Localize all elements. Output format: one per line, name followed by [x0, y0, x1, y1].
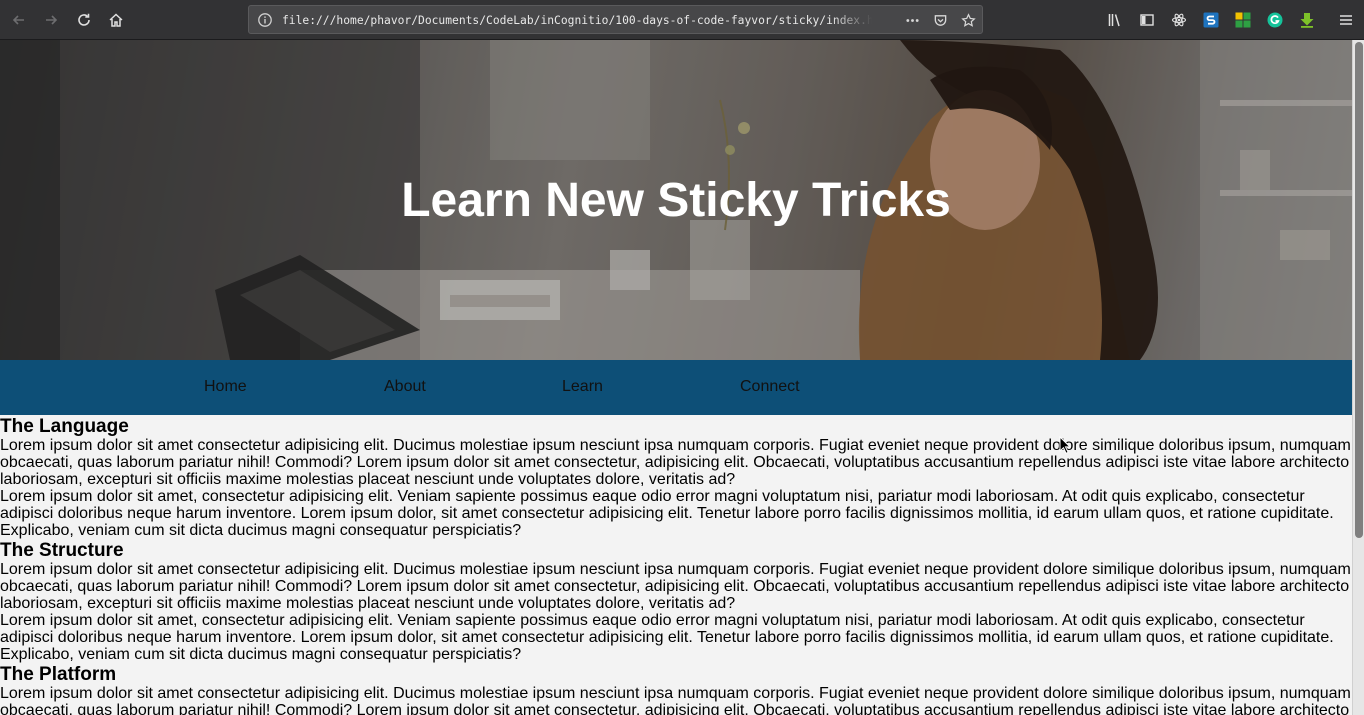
bookmark-star-button[interactable]	[959, 11, 977, 29]
section-paragraph: Lorem ipsum dolor sit amet, consectetur …	[0, 488, 1334, 539]
extension-grid-button[interactable]	[1229, 6, 1257, 34]
sticky-nav-bar: Home About Learn Connect	[0, 360, 1352, 415]
react-devtools-icon	[1171, 13, 1187, 27]
library-icon	[1108, 14, 1120, 27]
main-content: The Language Lorem ipsum dolor sit amet …	[0, 415, 1352, 715]
page-viewport: Learn New Sticky Tricks Home About Learn…	[0, 40, 1352, 715]
info-icon[interactable]	[257, 12, 273, 28]
reload-button[interactable]	[70, 6, 98, 34]
scrollbar-thumb[interactable]	[1355, 42, 1363, 538]
extension-s-button[interactable]	[1197, 6, 1225, 34]
home-button[interactable]	[102, 6, 130, 34]
download-icon	[1300, 13, 1314, 28]
pocket-button[interactable]	[931, 11, 949, 29]
browser-toolbar: file:///home/phavor/Documents/CodeLab/in…	[0, 0, 1364, 40]
hero-title: Learn New Sticky Tricks	[401, 174, 951, 227]
mouse-cursor-icon	[1059, 436, 1071, 454]
section-paragraph: Lorem ipsum dolor sit amet consectetur a…	[0, 685, 1351, 715]
page-actions-button[interactable]	[903, 11, 921, 29]
section-heading: The Language	[0, 416, 129, 437]
home-icon	[109, 13, 123, 27]
download-button[interactable]	[1293, 6, 1321, 34]
nav-link-connect[interactable]: Connect	[740, 378, 800, 396]
library-button[interactable]	[1101, 6, 1129, 34]
section-paragraph: Lorem ipsum dolor sit amet consectetur a…	[0, 437, 1351, 488]
nav-link-about[interactable]: About	[384, 378, 426, 396]
section-the-language: The Language Lorem ipsum dolor sit amet …	[0, 416, 1352, 539]
grammarly-icon	[1267, 12, 1283, 28]
nav-link-learn[interactable]: Learn	[562, 378, 603, 396]
hero-banner: Learn New Sticky Tricks	[0, 40, 1352, 360]
sidebar-button[interactable]	[1133, 6, 1161, 34]
star-icon	[960, 12, 976, 27]
grammarly-button[interactable]	[1261, 6, 1289, 34]
section-the-structure: The Structure Lorem ipsum dolor sit amet…	[0, 540, 1352, 663]
url-fade	[832, 11, 872, 29]
reload-icon	[78, 13, 90, 26]
section-heading: The Platform	[0, 664, 117, 685]
extension-s-icon	[1203, 12, 1219, 28]
more-actions-icon	[905, 18, 919, 22]
url-text[interactable]: file:///home/phavor/Documents/CodeLab/in…	[282, 13, 872, 29]
nav-link-home[interactable]: Home	[204, 378, 247, 396]
back-arrow-icon	[12, 15, 24, 25]
menu-icon	[1340, 15, 1352, 25]
vertical-scrollbar[interactable]	[1352, 40, 1364, 715]
section-paragraph: Lorem ipsum dolor sit amet consectetur a…	[0, 561, 1351, 612]
section-heading: The Structure	[0, 540, 124, 561]
menu-button[interactable]	[1332, 6, 1360, 34]
section-the-platform: The Platform Lorem ipsum dolor sit amet …	[0, 664, 1352, 715]
forward-button[interactable]	[37, 6, 65, 34]
pocket-icon	[934, 14, 946, 26]
forward-arrow-icon	[46, 15, 58, 25]
back-button[interactable]	[5, 6, 33, 34]
section-paragraph: Lorem ipsum dolor sit amet, consectetur …	[0, 612, 1334, 663]
url-bar[interactable]: file:///home/phavor/Documents/CodeLab/in…	[248, 5, 983, 34]
react-devtools-button[interactable]	[1165, 6, 1193, 34]
extension-grid-icon	[1235, 12, 1251, 28]
sidebar-icon	[1140, 14, 1154, 26]
